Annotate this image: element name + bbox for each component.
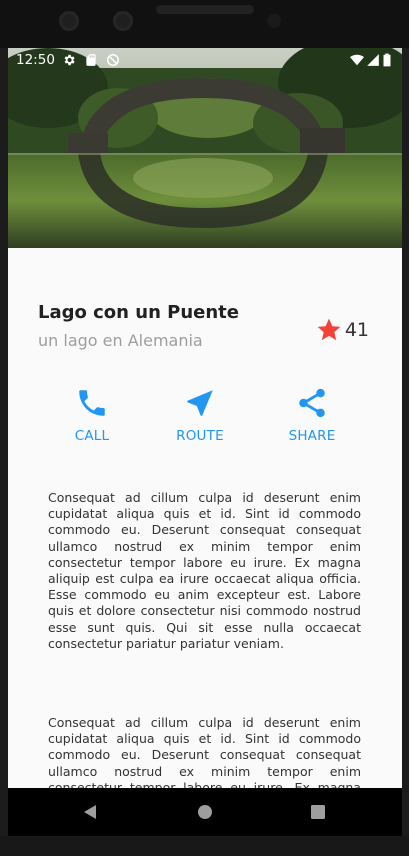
front-sensor xyxy=(59,11,79,31)
place-title: Lago con un Puente xyxy=(38,302,239,323)
lake-bridge-photo xyxy=(8,48,402,248)
call-button[interactable]: CALL xyxy=(37,386,147,444)
share-label: SHARE xyxy=(288,428,336,444)
gear-icon xyxy=(64,54,75,66)
recents-icon[interactable] xyxy=(310,804,326,820)
home-icon[interactable] xyxy=(197,804,213,820)
status-bar: 12:50 xyxy=(8,48,402,72)
battery-icon xyxy=(383,53,391,67)
phone-icon xyxy=(79,390,105,416)
star-icon[interactable] xyxy=(316,317,342,343)
sd-card-icon xyxy=(86,54,96,66)
app-screen: 12:50 Lago con un Puente un lago en Alem… xyxy=(8,48,402,788)
phone-bezel-top xyxy=(0,0,409,48)
description-paragraph: Consequat ad cillum culpa id deserunt en… xyxy=(48,490,361,651)
title-section: Lago con un Puente un lago en Alemania xyxy=(38,302,239,350)
rating-count: 41 xyxy=(344,319,369,341)
place-subtitle: un lago en Alemania xyxy=(38,331,203,350)
route-button[interactable]: ROUTE xyxy=(145,386,255,444)
front-camera xyxy=(267,14,281,28)
route-label: ROUTE xyxy=(176,428,224,444)
rating[interactable]: 41 xyxy=(316,317,369,343)
share-button[interactable]: SHARE xyxy=(257,386,367,444)
status-time: 12:50 xyxy=(16,52,55,68)
system-nav-bar xyxy=(8,788,402,836)
wifi-icon xyxy=(350,54,364,66)
action-bar: CALL ROUTE SHARE xyxy=(8,386,402,456)
dnd-icon xyxy=(107,54,119,66)
share-icon xyxy=(299,388,325,418)
signal-icon xyxy=(367,54,379,66)
hero-image: 12:50 xyxy=(8,48,402,248)
front-sensor xyxy=(113,11,133,31)
back-icon[interactable] xyxy=(82,804,98,820)
phone-bezel-bottom xyxy=(0,836,409,856)
call-label: CALL xyxy=(74,428,110,444)
description-paragraph: Consequat ad cillum culpa id deserunt en… xyxy=(48,715,361,788)
earpiece-speaker xyxy=(156,5,254,14)
navigation-arrow-icon xyxy=(187,390,213,416)
